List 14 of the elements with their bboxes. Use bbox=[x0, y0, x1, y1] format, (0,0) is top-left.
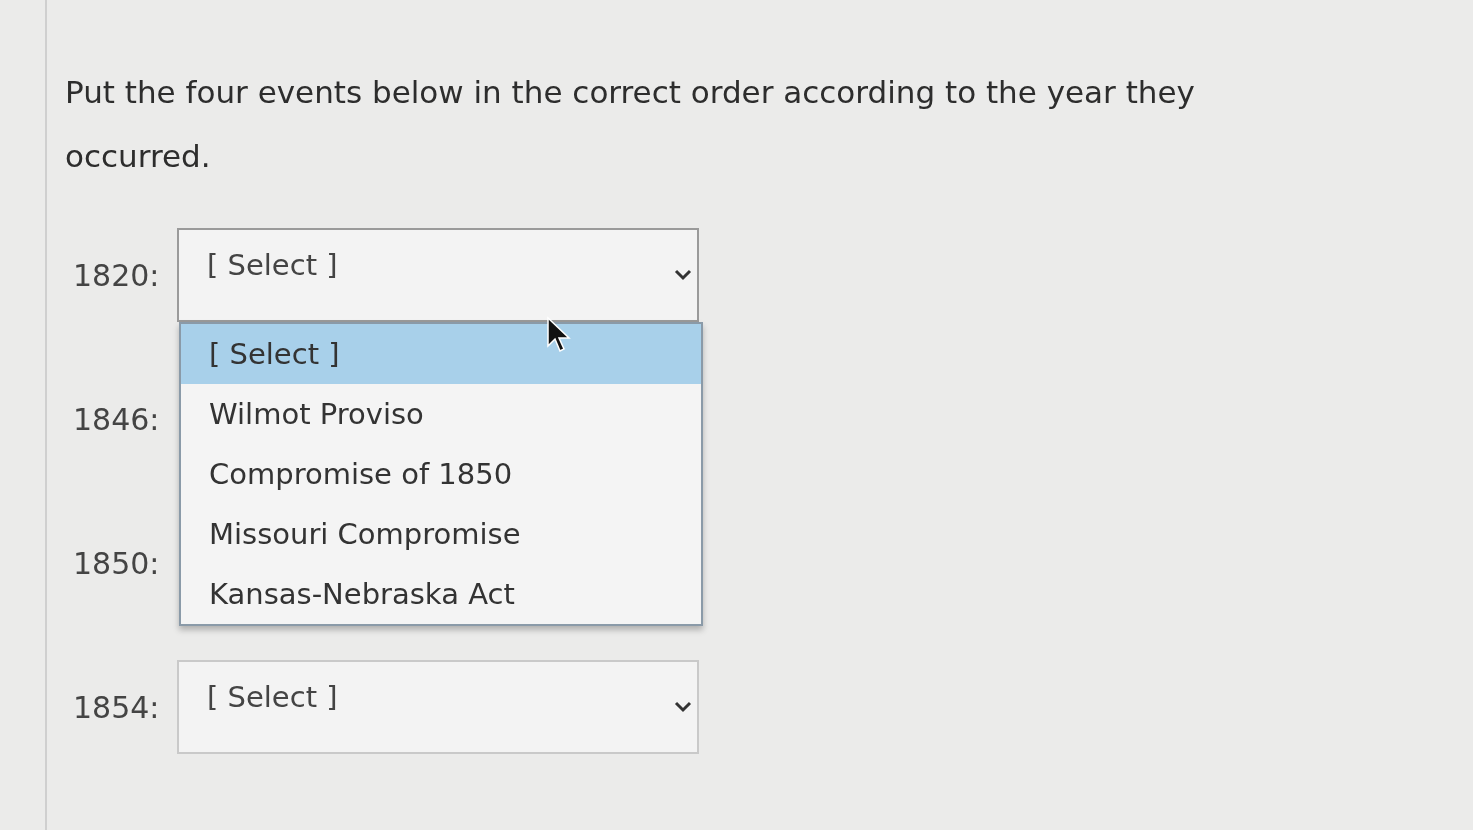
question-text: Put the four events below in the correct order according to the year they occurred. bbox=[65, 73, 1196, 176]
dropdown-option[interactable]: Missouri Compromise bbox=[181, 504, 701, 564]
year-label: 1854: bbox=[72, 689, 161, 725]
chevron-down-icon bbox=[673, 269, 693, 281]
year-label: 1850: bbox=[72, 545, 161, 581]
select-field[interactable]: [ Select ] bbox=[177, 660, 699, 754]
year-label: 1846: bbox=[72, 401, 161, 437]
dropdown-option[interactable]: [ Select ] bbox=[181, 324, 701, 384]
year-label: 1820: bbox=[72, 257, 161, 293]
dropdown-option[interactable]: Compromise of 1850 bbox=[181, 444, 701, 504]
dropdown-option[interactable]: Wilmot Proviso bbox=[181, 384, 701, 444]
dropdown-option[interactable]: Kansas-Nebraska Act bbox=[181, 564, 701, 624]
select-field[interactable]: [ Select ] bbox=[177, 228, 699, 322]
chevron-down-icon bbox=[673, 701, 693, 713]
